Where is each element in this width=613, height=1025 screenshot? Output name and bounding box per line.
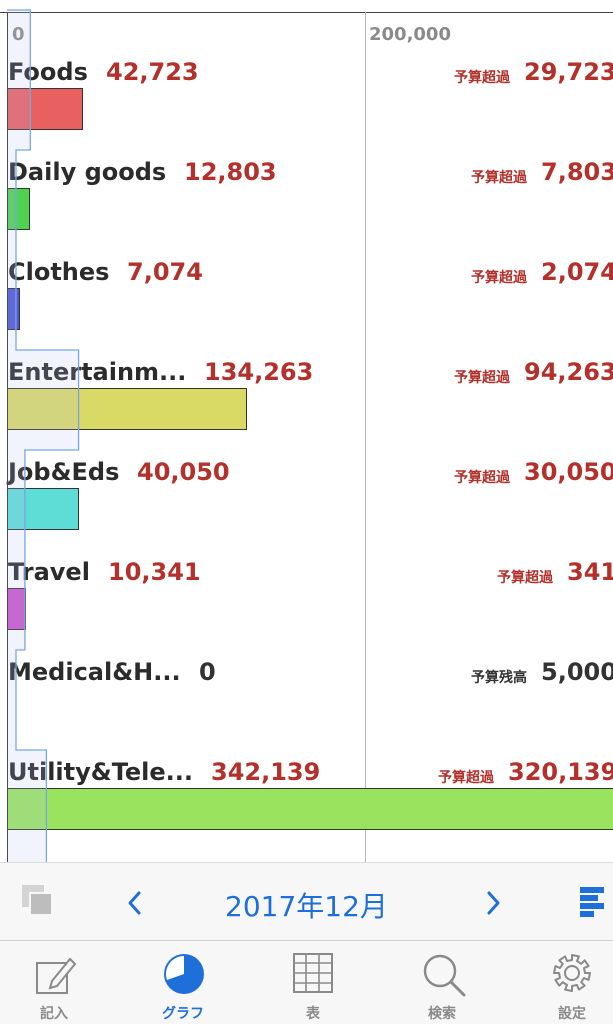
category-row[interactable]: Entertainm... 134,263 94,263 予算超過 [0, 358, 613, 458]
top-divider [0, 12, 613, 13]
budget-diff-amount: 94,263 [524, 358, 613, 386]
budget-diff-amount: 320,139 [508, 758, 613, 786]
budget-status-tag: 予算超過 [454, 370, 510, 386]
category-amount: 42,723 [106, 58, 199, 86]
category-amount: 134,263 [204, 358, 314, 386]
category-amount: 342,139 [211, 758, 321, 786]
budget-status-tag: 予算超過 [497, 570, 553, 586]
category-bar[interactable] [7, 488, 79, 530]
category-bar[interactable] [7, 188, 30, 230]
category-amount: 40,050 [137, 458, 230, 486]
category-row[interactable]: Job&Eds 40,050 30,050 予算超過 [0, 458, 613, 558]
budget-diff-amount: 2,074 [541, 258, 613, 286]
category-name: Daily goods [8, 158, 167, 186]
category-name: Clothes [8, 258, 110, 286]
category-bar[interactable] [7, 388, 248, 430]
tab-bar: 記入 グラフ 表 検索 設定 [0, 940, 613, 1024]
tab-table[interactable]: 表 [273, 941, 353, 1025]
budget-diff-amount: 7,803 [541, 158, 613, 186]
category-name: Entertainm... [8, 358, 187, 386]
tab-settings-label: 設定 [558, 1006, 586, 1022]
category-row[interactable]: Travel 10,341 341 予算超過 [0, 558, 613, 658]
category-name: Job&Eds [8, 458, 120, 486]
category-bar[interactable] [7, 288, 20, 330]
category-row[interactable]: Clothes 7,074 2,074 予算超過 [0, 258, 613, 358]
budget-status-tag: 予算超過 [471, 270, 527, 286]
category-row[interactable]: Utility&Tele... 342,139 320,139 予算超過 [0, 758, 613, 858]
tab-table-label: 表 [306, 1006, 320, 1022]
category-bar[interactable] [7, 788, 613, 830]
budget-chart[interactable]: 0 200,000 Foods 42,723 29,723 予算超過 Daily goo… [0, 0, 613, 862]
tab-graph-label: グラフ [162, 1006, 204, 1022]
axis-max-label: 200,000 [369, 24, 451, 45]
category-bar[interactable] [7, 588, 26, 630]
category-row[interactable]: Foods 42,723 29,723 予算超過 [0, 58, 613, 158]
month-toolbar: 2017年12月 [0, 862, 613, 940]
category-amount: 0 [199, 658, 216, 686]
category-amount: 7,074 [127, 258, 203, 286]
category-bar[interactable] [7, 88, 84, 130]
category-name: Utility&Tele... [8, 758, 194, 786]
tab-graph[interactable]: グラフ [143, 941, 223, 1025]
tab-settings[interactable]: 設定 [532, 941, 612, 1025]
category-name: Travel [8, 558, 90, 586]
budget-diff-amount: 30,050 [524, 458, 613, 486]
category-row[interactable]: Medical&H... 0 5,000 予算残高 [0, 658, 613, 758]
budget-diff-amount: 5,000 [541, 658, 613, 686]
budget-status-tag: 予算残高 [471, 670, 527, 686]
tab-entry-label: 記入 [40, 1006, 68, 1022]
budget-diff-amount: 341 [567, 558, 613, 586]
tab-search[interactable]: 検索 [402, 941, 482, 1025]
tab-entry[interactable]: 記入 [14, 941, 94, 1025]
budget-status-tag: 予算超過 [438, 770, 494, 786]
bar-list-icon[interactable] [578, 886, 606, 918]
budget-status-tag: 予算超過 [471, 170, 527, 186]
category-amount: 10,341 [108, 558, 201, 586]
tab-search-label: 検索 [428, 1006, 456, 1022]
month-label: 2017年12月 [225, 890, 388, 923]
budget-status-tag: 予算超過 [454, 70, 510, 86]
budget-status-tag: 予算超過 [454, 470, 510, 486]
chevron-right-icon[interactable] [483, 890, 503, 916]
category-name: Foods [8, 58, 88, 86]
axis-zero-label: 0 [12, 24, 25, 45]
category-amount: 12,803 [184, 158, 277, 186]
category-row[interactable]: Daily goods 12,803 7,803 予算超過 [0, 158, 613, 258]
category-name: Medical&H... [8, 658, 181, 686]
budget-diff-amount: 29,723 [524, 58, 613, 86]
